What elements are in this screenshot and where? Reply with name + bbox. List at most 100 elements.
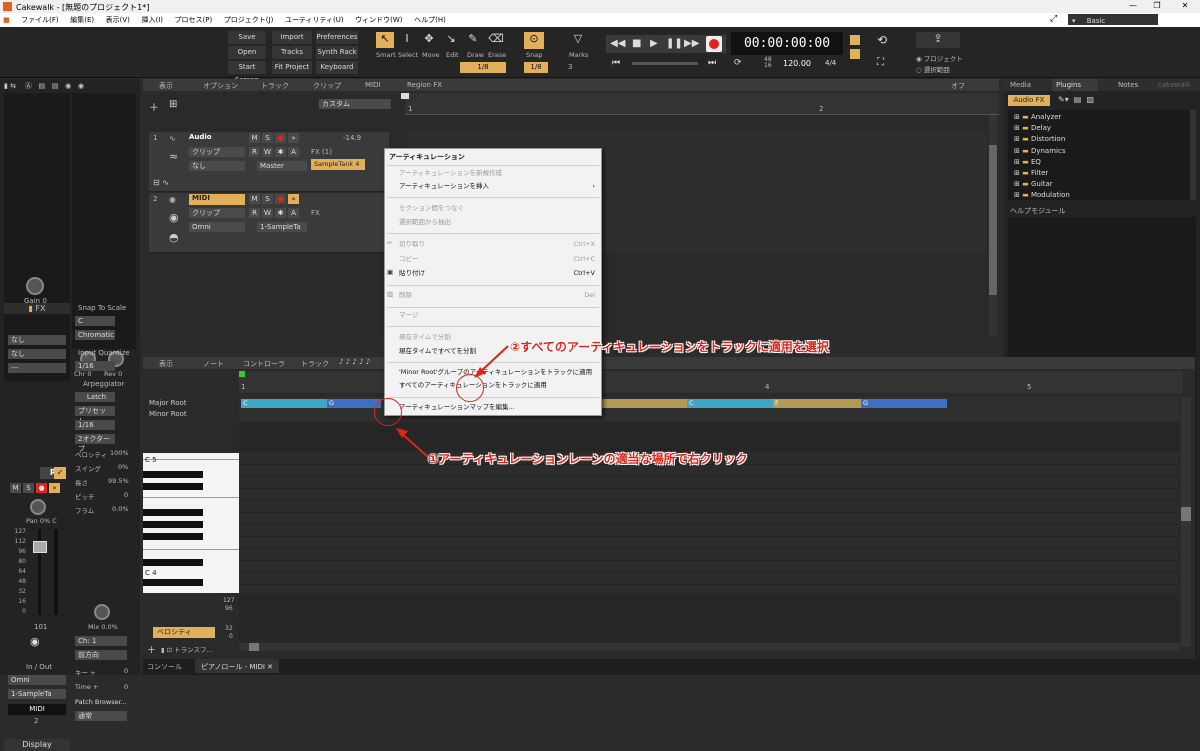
arp-swing-value[interactable]: 0%	[118, 463, 128, 471]
metronome-toggle[interactable]	[850, 35, 860, 45]
arp-preset-select[interactable]: プリセット...	[75, 406, 115, 425]
go-to-start-icon[interactable]: ⏮	[612, 58, 620, 68]
articulation-chip[interactable]: F	[773, 399, 861, 408]
write-button[interactable]: W	[262, 147, 273, 157]
track2-output-select[interactable]: 1-SampleTa	[257, 222, 307, 232]
add-controller-icon[interactable]: ＋	[147, 643, 156, 656]
volume-value[interactable]: 101	[34, 623, 47, 631]
menu-item-join-sections[interactable]: セクション間をつなぐ	[399, 203, 595, 214]
snap-resolution[interactable]: 1/8	[524, 62, 548, 73]
import-button[interactable]: Import	[272, 31, 312, 44]
snap-value-display[interactable]: 1/8	[460, 62, 506, 73]
menu-item-extract-selection[interactable]: 選択範囲から抽出	[399, 217, 595, 228]
write-button[interactable]: W	[262, 208, 273, 218]
read-button[interactable]: R	[249, 208, 260, 218]
articulation-group-major[interactable]: Major Root	[149, 399, 187, 407]
patch-browser-button[interactable]: Patch Browser...	[75, 697, 131, 708]
menu-edit[interactable]: 編集(E)	[70, 15, 94, 25]
pr-tool-icons[interactable]: ♪ ♪ ♪ ♪ ♪	[339, 358, 370, 366]
menu-project[interactable]: プロジェクト(J)	[224, 15, 274, 25]
save-button[interactable]: Save	[228, 31, 266, 44]
plugin-category[interactable]: ⊞ ▬ Delay	[1014, 123, 1184, 134]
plugin-category[interactable]: ⊞ ▬ EQ	[1014, 157, 1184, 168]
arp-flam-value[interactable]: 0.0%	[112, 505, 129, 513]
rewind-icon[interactable]: ◀◀	[610, 38, 625, 49]
track2-clip-select[interactable]: クリップ	[189, 208, 245, 218]
tab-plugins[interactable]: Plugins	[1052, 79, 1098, 91]
menu-process[interactable]: プロセス(P)	[175, 15, 213, 25]
menu-utility[interactable]: ユーティリティ(U)	[285, 15, 344, 25]
erase-tool-icon[interactable]: ⌫	[488, 32, 504, 48]
mute-button[interactable]: M	[10, 483, 21, 493]
resize-arrows-icon[interactable]: ⤢	[1050, 14, 1062, 25]
meter-display[interactable]: 4/4	[825, 59, 836, 67]
mix-knob[interactable]	[94, 604, 110, 620]
fit-project-button[interactable]: Fit Project	[272, 61, 312, 74]
arp-resolution-select[interactable]: 1/16	[75, 420, 115, 430]
pause-icon[interactable]: ❚❚	[666, 38, 683, 49]
audio-track-header[interactable]: 1 ∿ Audio M S ●» -14.9 クリップ R W ✱ A FX (1) なし…	[149, 132, 389, 192]
track-view-scrollbar[interactable]	[989, 115, 997, 337]
select-tool-icon[interactable]: I	[399, 32, 415, 48]
echo-button[interactable]: »	[288, 133, 299, 143]
read-button[interactable]: R	[249, 147, 260, 157]
input-select[interactable]: Omni	[8, 675, 66, 685]
now-time-slider[interactable]	[632, 62, 698, 65]
pr-menu-controllers[interactable]: コントローラ	[243, 359, 285, 369]
track-name[interactable]: Audio	[189, 133, 212, 141]
input-dash[interactable]: ---	[8, 363, 66, 373]
track1-fx-label[interactable]: FX (1)	[311, 148, 332, 156]
menu-item-cut[interactable]: 切り取り Ctrl+X	[399, 239, 595, 250]
automation-button[interactable]: A	[288, 147, 299, 157]
keyboard-button[interactable]: Keyboard	[316, 61, 358, 74]
display-tab[interactable]: Display	[4, 739, 70, 751]
pr-v-scrollbar[interactable]	[1181, 397, 1191, 647]
echo-button[interactable]: »	[49, 483, 60, 493]
track-menu-track[interactable]: トラック	[261, 81, 289, 91]
plugin-category[interactable]: ⊞ ▬ Distortion	[1014, 134, 1184, 145]
gain-knob[interactable]	[26, 277, 44, 295]
audio-fx-button[interactable]: Audio FX	[1008, 95, 1050, 106]
freeze-button[interactable]: ✱	[275, 147, 286, 157]
plugin-category[interactable]: ⊞ ▬ Filter	[1014, 168, 1184, 179]
marks-icon[interactable]: ▽	[570, 32, 586, 49]
echo-button[interactable]: »	[288, 194, 299, 204]
track-menu-options[interactable]: オプション	[203, 81, 238, 91]
key-offset-value[interactable]: 0	[124, 667, 128, 675]
plugin-category[interactable]: ⊞ ▬ Analyzer	[1014, 112, 1184, 123]
maximize-button[interactable]: ❐	[1148, 1, 1166, 12]
loop-icon[interactable]: ⟳	[734, 58, 742, 68]
articulation-group-minor[interactable]: Minor Root	[149, 410, 187, 418]
track1-input-select[interactable]: なし	[189, 161, 245, 171]
track-menu-region-fx[interactable]: Region FX	[407, 81, 442, 89]
scope-project[interactable]: ◉ プロジェクト	[916, 53, 963, 63]
tempo-display[interactable]: 120.00	[783, 59, 811, 68]
menu-item-paste[interactable]: 貼り付け Ctrl+V	[399, 268, 595, 279]
pr-now-marker[interactable]	[239, 371, 245, 377]
velocity-lane[interactable]	[239, 595, 1179, 641]
midi-channel-select[interactable]: Ch: 1	[75, 636, 127, 646]
menu-item-copy[interactable]: コピー Ctrl+C	[399, 254, 595, 265]
track-menu-off[interactable]: オフ	[951, 81, 965, 91]
menu-item-insert-articulation[interactable]: アーティキュレーションを挿入 ›	[399, 181, 595, 192]
synth-rack-button[interactable]: Synth Rack	[316, 46, 358, 59]
articulation-chip[interactable]: C	[241, 399, 327, 408]
menu-insert[interactable]: 挿入(I)	[141, 15, 163, 25]
plugin-category[interactable]: ⊞ ▬ Modulation	[1014, 190, 1184, 200]
preferences-button[interactable]: Preferences	[316, 31, 358, 44]
mute-button[interactable]: M	[249, 133, 260, 143]
play-icon[interactable]: ▶	[650, 38, 658, 49]
browser-tool-icons[interactable]: ✎▾ ▤ ▧	[1058, 95, 1094, 104]
latch-button[interactable]: Latch	[75, 392, 115, 402]
arp-length-value[interactable]: 99.5%	[108, 477, 129, 485]
snap-icon[interactable]: ⊙	[524, 32, 544, 49]
pr-menu-track[interactable]: トラック	[301, 359, 329, 369]
fx-plugin-chip[interactable]: SampleTank 4	[311, 159, 365, 170]
track-menu-clip[interactable]: クリップ	[313, 81, 341, 91]
track-name[interactable]: MIDI	[189, 194, 245, 205]
scale-key-select[interactable]: C	[75, 316, 115, 326]
pr-menu-notes[interactable]: ノート	[203, 359, 224, 369]
smart-tool-icon[interactable]: ↖	[376, 32, 394, 48]
track1-output-select[interactable]: Master	[257, 161, 307, 171]
input-none-1[interactable]: なし	[8, 335, 66, 345]
